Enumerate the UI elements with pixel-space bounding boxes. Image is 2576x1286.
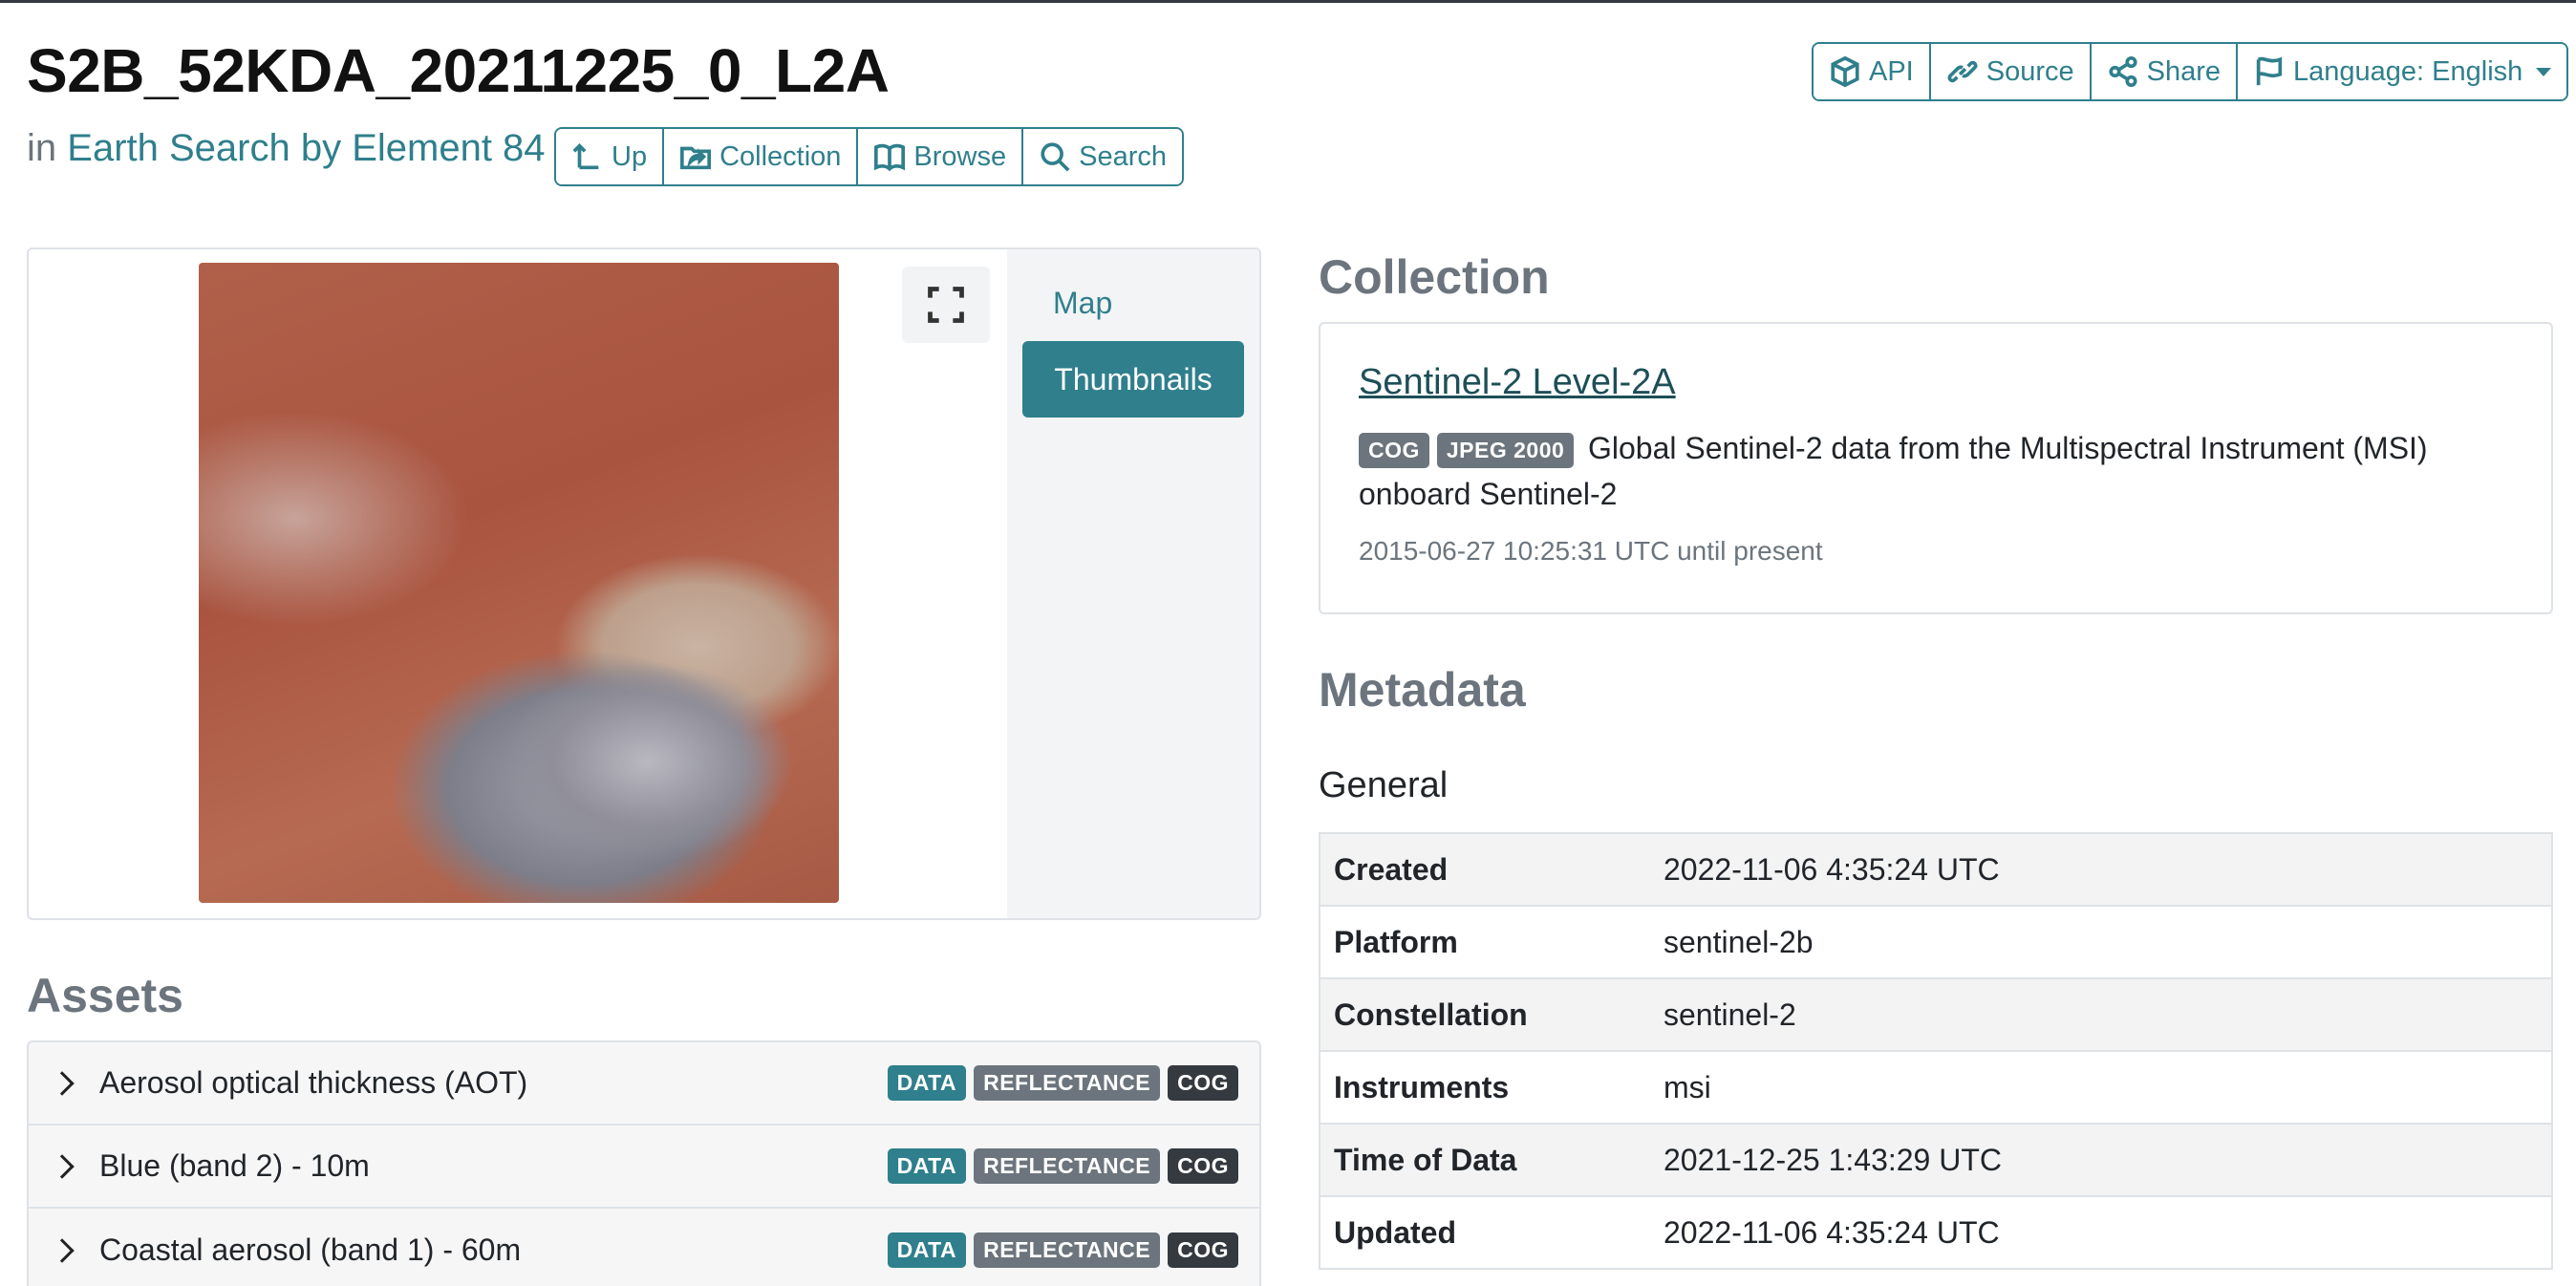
- metadata-value: 2022-11-06 4:35:24 UTC: [1650, 1195, 2552, 1269]
- cog-badge: COG: [1168, 1065, 1238, 1101]
- up-button-label: Up: [612, 140, 648, 172]
- collection-button-label: Collection: [719, 140, 842, 172]
- share-button-label: Share: [2146, 55, 2222, 87]
- asset-badges: DATA REFLECTANCE COG: [887, 1232, 1238, 1268]
- link-icon: [1947, 60, 1978, 83]
- cog-badge: COG: [1168, 1148, 1238, 1184]
- language-dropdown-label: Language: English: [2293, 55, 2523, 87]
- reflectance-badge: REFLECTANCE: [974, 1232, 1161, 1268]
- box-icon: [1831, 55, 1859, 88]
- fullscreen-button[interactable]: [902, 267, 990, 343]
- level-up-icon: [572, 143, 599, 170]
- table-row: Time of Data 2021-12-25 1:43:29 UTC: [1320, 1123, 2552, 1196]
- metadata-key: Platform: [1320, 905, 1650, 978]
- source-button[interactable]: Source: [1930, 44, 2092, 99]
- asset-badges: DATA REFLECTANCE COG: [887, 1148, 1238, 1184]
- collection-button[interactable]: Collection: [664, 129, 859, 184]
- collection-card: Sentinel-2 Level-2A Global Sentinel-2 da…: [1319, 322, 2553, 614]
- data-badge: DATA: [887, 1065, 967, 1101]
- search-button[interactable]: Search: [1023, 129, 1183, 184]
- chevron-right-icon: [50, 1153, 75, 1179]
- book-icon: [874, 143, 906, 172]
- asset-name: Blue (band 2) - 10m: [99, 1148, 370, 1183]
- reflectance-badge: REFLECTANCE: [974, 1065, 1161, 1101]
- browse-button-label: Browse: [913, 140, 1007, 172]
- caret-down-icon: [2536, 67, 2552, 76]
- data-badge: DATA: [887, 1148, 967, 1184]
- catalog-subtitle: in Earth Search by Element 84: [27, 127, 546, 170]
- asset-row[interactable]: Coastal aerosol (band 1) - 60m DATA REFL…: [29, 1209, 1259, 1286]
- api-button-label: API: [1869, 55, 1914, 87]
- language-dropdown[interactable]: Language: English: [2238, 44, 2567, 99]
- metadata-key: Constellation: [1320, 977, 1650, 1051]
- search-icon: [1041, 142, 1070, 172]
- in-prefix: in: [27, 127, 57, 169]
- up-button[interactable]: Up: [556, 129, 665, 184]
- metadata-value: sentinel-2: [1650, 977, 2552, 1051]
- nav-button-group: Up Collection Browse Search: [554, 127, 1185, 186]
- metadata-value: 2022-11-06 4:35:24 UTC: [1650, 832, 2552, 906]
- data-badge: DATA: [887, 1232, 967, 1268]
- fullscreen-icon: [928, 287, 964, 323]
- collection-link[interactable]: Sentinel-2 Level-2A: [1359, 362, 1676, 403]
- top-button-group: API Source Share Language: English: [1812, 42, 2569, 101]
- page-title: S2B_52KDA_20211225_0_L2A: [27, 36, 890, 105]
- metadata-key: Created: [1320, 832, 1650, 906]
- table-row: Platform sentinel-2b: [1320, 905, 2552, 978]
- share-button[interactable]: Share: [2091, 44, 2239, 99]
- source-button-label: Source: [1986, 55, 2074, 87]
- asset-row[interactable]: Blue (band 2) - 10m DATA REFLECTANCE COG: [29, 1125, 1259, 1209]
- metadata-heading: Metadata: [1319, 663, 1526, 717]
- collection-heading: Collection: [1319, 250, 1550, 304]
- catalog-link[interactable]: Earth Search by Element 84: [67, 127, 545, 169]
- chevron-right-icon: [50, 1070, 75, 1096]
- asset-row[interactable]: Aerosol optical thickness (AOT) DATA REF…: [29, 1042, 1259, 1125]
- metadata-value: sentinel-2b: [1650, 905, 2552, 978]
- table-row: Created 2022-11-06 4:35:24 UTC: [1320, 832, 2552, 906]
- cog-badge: COG: [1168, 1232, 1238, 1268]
- metadata-table: Created 2022-11-06 4:35:24 UTC Platform …: [1319, 832, 2553, 1270]
- table-row: Instruments msi: [1320, 1050, 2552, 1124]
- tab-thumbnails[interactable]: Thumbnails: [1022, 341, 1244, 418]
- asset-name: Aerosol optical thickness (AOT): [99, 1065, 528, 1100]
- jpeg2000-format-badge: JPEG 2000: [1436, 433, 1575, 468]
- search-button-label: Search: [1079, 140, 1168, 172]
- metadata-value: msi: [1650, 1050, 2552, 1124]
- assets-heading: Assets: [27, 969, 183, 1022]
- reflectance-badge: REFLECTANCE: [974, 1148, 1161, 1184]
- share-icon: [2109, 55, 2137, 88]
- collection-badges: COG JPEG 2000: [1359, 433, 1575, 468]
- table-row: Constellation sentinel-2: [1320, 977, 2552, 1051]
- collection-temporal-extent: 2015-06-27 10:25:31 UTC until present: [1359, 536, 1823, 566]
- preview-tabs: Map Thumbnails: [1007, 249, 1259, 918]
- table-row: Updated 2022-11-06 4:35:24 UTC: [1320, 1195, 2552, 1269]
- asset-name: Coastal aerosol (band 1) - 60m: [99, 1232, 522, 1267]
- cog-format-badge: COG: [1359, 433, 1429, 468]
- chevron-right-icon: [50, 1237, 75, 1263]
- browse-button[interactable]: Browse: [858, 129, 1024, 184]
- preview-card: Map Thumbnails: [27, 247, 1261, 920]
- metadata-key: Instruments: [1320, 1050, 1650, 1124]
- flag-icon: [2256, 56, 2283, 86]
- general-subheading: General: [1319, 765, 1449, 805]
- api-button[interactable]: API: [1814, 44, 1931, 99]
- metadata-key: Time of Data: [1320, 1123, 1650, 1196]
- asset-badges: DATA REFLECTANCE COG: [887, 1065, 1238, 1101]
- metadata-value: 2021-12-25 1:43:29 UTC: [1650, 1123, 2552, 1196]
- thumbnail-image: [199, 263, 839, 903]
- tab-map[interactable]: Map: [1053, 286, 1112, 321]
- folder-share-icon: [680, 146, 712, 170]
- assets-list: Aerosol optical thickness (AOT) DATA REF…: [27, 1040, 1261, 1286]
- metadata-key: Updated: [1320, 1195, 1650, 1269]
